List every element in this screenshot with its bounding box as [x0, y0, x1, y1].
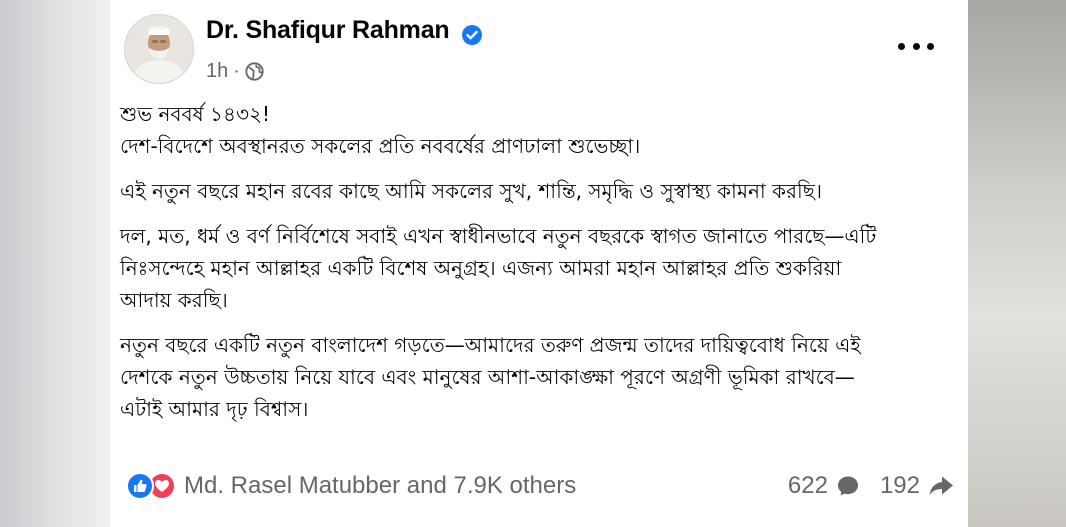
reaction-icons[interactable] [126, 472, 176, 500]
background-left [0, 0, 110, 527]
post-line: দেশকে নতুন উচ্চতায় নিয়ে যাবে এবং মানুষ… [120, 365, 855, 389]
post-line: দেশ-বিদেশে অবস্থানরত সকলের প্রতি নববর্ষে… [120, 134, 641, 158]
comments-count-button[interactable]: 622 [788, 472, 860, 500]
globe-icon[interactable] [245, 62, 264, 81]
post-paragraph: দল, মত, ধর্ম ও বর্ণ নির্বিশেষে সবাই এখন … [120, 220, 930, 316]
post-line: এই নতুন বছরে মহান রবের কাছে আমি সকলের সু… [120, 179, 823, 203]
reaction-names[interactable]: Md. Rasel Matubber and 7.9K others [184, 472, 576, 500]
dot-icon [927, 42, 934, 50]
comments-count: 622 [787, 472, 828, 499]
avatar[interactable] [124, 14, 194, 84]
comment-icon [837, 476, 858, 496]
post-line: দল, মত, ধর্ম ও বর্ণ নির্বিশেষে সবাই এখন … [120, 224, 877, 248]
like-icon [126, 472, 154, 500]
post-meta: 1h · [206, 60, 264, 83]
dot-icon [912, 42, 920, 50]
post-text: শুভ নববর্ষ ১৪৩২! দেশ-বিদেশে অবস্থানরত সক… [120, 98, 930, 438]
post-line: শুভ নববর্ষ ১৪৩২! [120, 102, 271, 126]
post-line: আদায় করছি। [120, 288, 228, 312]
share-icon [929, 476, 953, 495]
shares-count: 192 [879, 472, 920, 499]
avatar-image [125, 15, 193, 83]
meta-separator: · [233, 60, 240, 82]
post-line: নিঃসন্দেহে মহান আল্লাহর একটি বিশেষ অনুগ্… [120, 256, 842, 280]
post-footer: Md. Rasel Matubber and 7.9K others 622 1… [126, 466, 954, 506]
background-right [966, 0, 1066, 527]
shares-count-button[interactable]: 192 [880, 472, 954, 500]
post-paragraph: নতুন বছরে একটি নতুন বাংলাদেশ গড়তে—আমাদে… [120, 329, 930, 425]
more-options-button[interactable] [898, 34, 934, 58]
post-line: এটাই আমার দৃঢ় বিশ্বাস। [120, 397, 309, 421]
post-paragraph: শুভ নববর্ষ ১৪৩২! দেশ-বিদেশে অবস্থানরত সক… [120, 98, 930, 162]
dot-icon [898, 42, 905, 50]
post-line: নতুন বছরে একটি নতুন বাংলাদেশ গড়তে—আমাদে… [120, 333, 861, 357]
verified-badge-icon [462, 25, 482, 45]
author-name[interactable]: Dr. Shafiqur Rahman [206, 16, 450, 45]
post-time[interactable]: 1h [206, 60, 228, 83]
engagement-counts: 622 192 [788, 472, 954, 500]
post-card: Dr. Shafiqur Rahman 1h · শুভ নববর্ষ ১৪৩২… [110, 0, 968, 527]
post-paragraph: এই নতুন বছরে মহান রবের কাছে আমি সকলের সু… [120, 175, 930, 207]
